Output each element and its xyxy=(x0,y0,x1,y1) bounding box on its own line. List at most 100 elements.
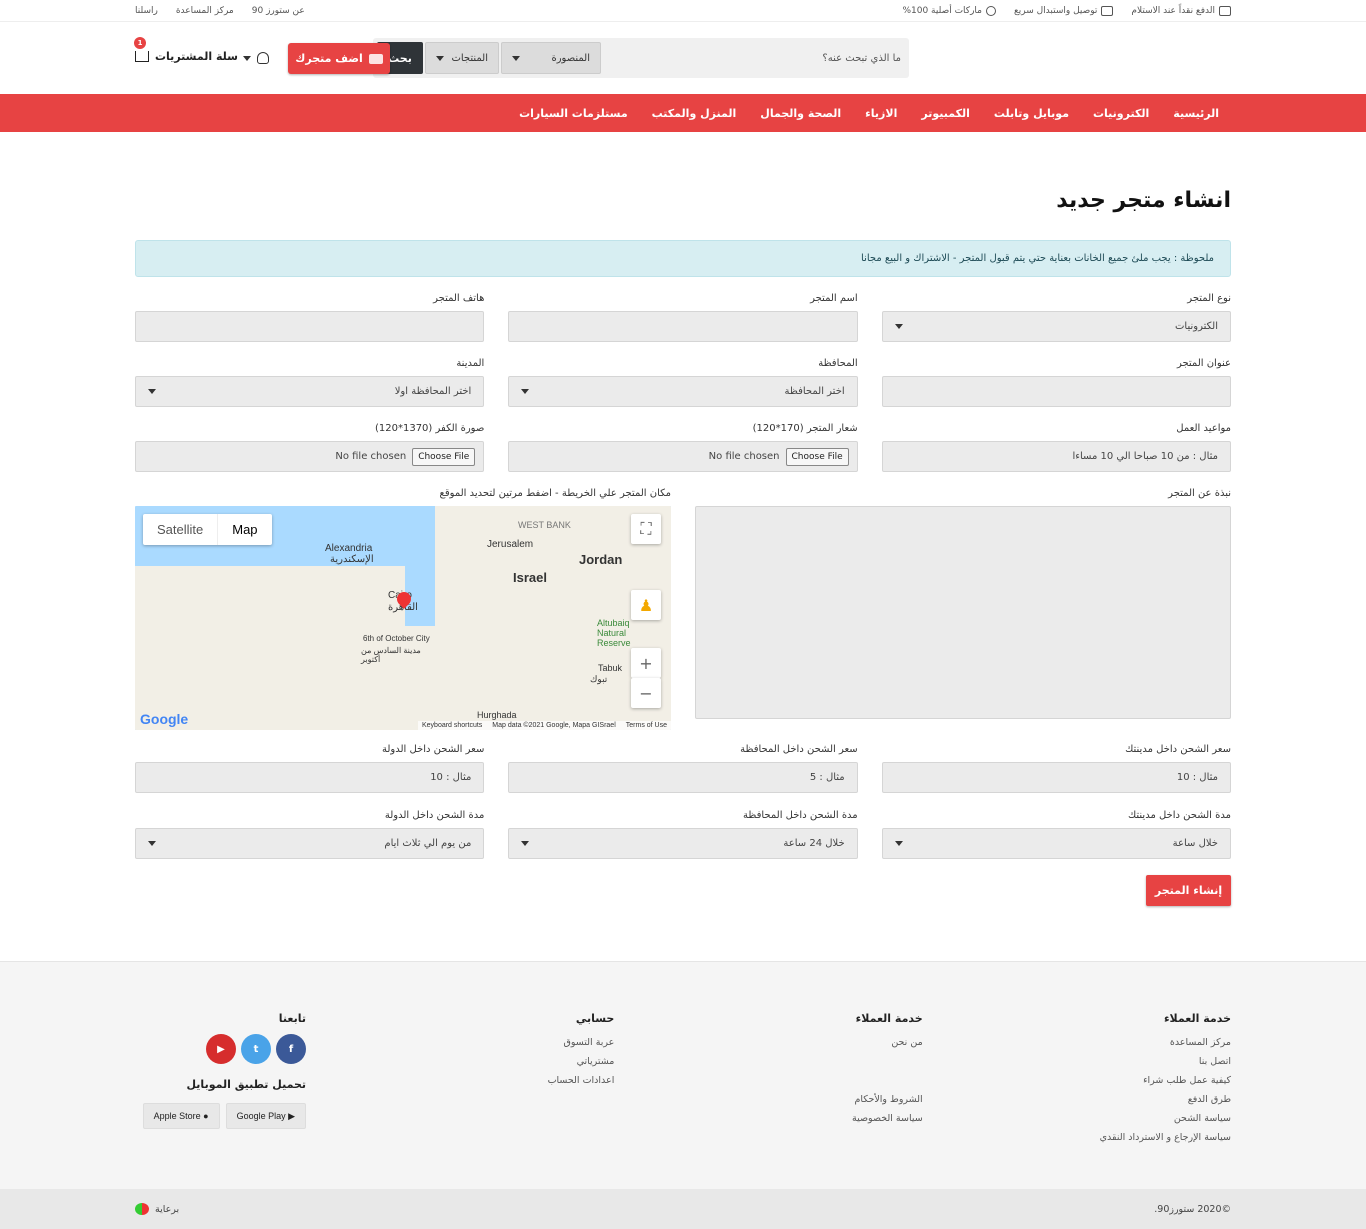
map-label-october: 6th of October City xyxy=(363,634,430,643)
category-select[interactable]: المنتجات xyxy=(425,42,499,74)
nav-cars[interactable]: مستلزمات السيارات xyxy=(507,107,640,120)
twitter-icon[interactable]: t xyxy=(241,1034,272,1064)
cart-button[interactable]: سلة المشتريات 1 xyxy=(134,37,238,63)
logo-label: شعار المتجر (170*120) xyxy=(752,423,858,434)
nav-computer[interactable]: الكمبيوتر xyxy=(909,107,982,120)
cover-label: صورة الكفر (1370*120) xyxy=(374,423,485,434)
ship-gov-time-select[interactable]: خلال 24 ساعة xyxy=(508,828,858,859)
store-phone-input[interactable] xyxy=(135,311,485,342)
map-label-west-bank: WEST BANK xyxy=(518,520,571,530)
footer-link[interactable]: عربة التسوق xyxy=(334,1037,615,1049)
sponsor-logo-icon[interactable] xyxy=(135,1203,149,1215)
footer-heading: تابعنا xyxy=(278,1012,307,1025)
main-content: انشاء متجر جديد ملحوظة : يجب ملئ جميع ال… xyxy=(135,188,1231,906)
footer-link[interactable]: اتصل بنا xyxy=(951,1056,1231,1068)
ship-city-price-input[interactable]: مثال : 10 xyxy=(881,762,1231,793)
city-select-field[interactable]: اختر المحافظة اولا xyxy=(135,376,485,407)
nav-home-office[interactable]: المنزل والمكتب xyxy=(640,107,749,120)
map-label-alexandria-ar: الإسكندرية xyxy=(330,554,374,565)
ship-country-time-select[interactable]: من يوم الي ثلاث ايام xyxy=(135,828,485,859)
contact-link[interactable]: راسلنا xyxy=(135,6,158,16)
cover-file-input[interactable]: No file chosen Choose File xyxy=(135,441,485,472)
nav-home[interactable]: الرئيسية xyxy=(1161,107,1231,120)
store-icon xyxy=(368,53,383,64)
footer-link[interactable] xyxy=(643,1075,923,1087)
help-center-link[interactable]: مركز المساعدة xyxy=(176,6,234,16)
city-select[interactable]: المنصورة xyxy=(501,42,601,74)
terms-link[interactable]: Terms of Use xyxy=(626,722,667,729)
footer-heading: حسابي xyxy=(575,1012,615,1025)
city-label: المدينة xyxy=(456,358,485,369)
footer-link[interactable]: من نحن xyxy=(643,1037,922,1049)
search-input[interactable]: ما الذي تبحث عنه؟ xyxy=(601,53,905,64)
logo-choose-button[interactable]: Choose File xyxy=(785,447,849,466)
footer-link[interactable]: مركز المساعدة xyxy=(951,1037,1231,1049)
app-download-title: تحميل تطبيق الموبايل xyxy=(186,1078,307,1091)
facebook-icon[interactable]: f xyxy=(276,1034,307,1064)
ship-gov-time-label: مدة الشحن داخل المحافظة xyxy=(743,810,858,821)
footer-link[interactable]: الشروط والأحكام xyxy=(643,1094,922,1106)
page-title: انشاء متجر جديد xyxy=(1056,188,1231,213)
nav-health[interactable]: الصحة والجمال xyxy=(748,107,853,120)
ship-gov-price-input[interactable]: مثال : 5 xyxy=(508,762,858,793)
store-type-label: نوع المتجر xyxy=(1187,293,1231,304)
cover-choose-button[interactable]: Choose File xyxy=(412,447,476,466)
store-location-map[interactable]: Satellite Map ⛶ ♟ + − Alexandria الإسكند… xyxy=(135,506,671,730)
top-features: الدفع نقداً عند الاستلام توصيل واستبدال … xyxy=(902,5,1231,16)
map-tab[interactable]: Map xyxy=(218,514,271,545)
footer-heading: خدمة العملاء xyxy=(855,1012,923,1025)
map-type-toggle: Satellite Map xyxy=(143,514,272,545)
store-type-select[interactable]: الكترونيات xyxy=(881,311,1231,342)
feature-delivery: توصيل واستبدال سريع xyxy=(1014,5,1114,16)
footer-link[interactable]: مشترياتي xyxy=(334,1056,615,1068)
map-label-october-ar: مدينة السادس من أكتوبر xyxy=(361,646,421,664)
governorate-select[interactable]: اختر المحافظة xyxy=(508,376,858,407)
store-address-input[interactable] xyxy=(881,376,1231,407)
info-alert: ملحوظة : يجب ملئ جميع الخانات بعناية حتي… xyxy=(135,240,1231,277)
zoom-out-icon[interactable]: − xyxy=(631,678,661,708)
top-bar: الدفع نقداً عند الاستلام توصيل واستبدال … xyxy=(0,0,1366,22)
work-hours-input[interactable]: مثال : من 10 صباحا الي 10 مساءا xyxy=(881,441,1231,472)
footer-link[interactable] xyxy=(643,1056,923,1068)
nav-mobile[interactable]: موبايل وتابلت xyxy=(982,107,1081,120)
zoom-in-icon[interactable]: + xyxy=(631,648,661,678)
store-name-input[interactable] xyxy=(508,311,858,342)
fullscreen-icon[interactable]: ⛶ xyxy=(631,514,661,544)
footer-link[interactable]: طرق الدفع xyxy=(951,1094,1231,1106)
ship-country-price-input[interactable]: مثال : 10 xyxy=(135,762,485,793)
satellite-tab[interactable]: Satellite xyxy=(143,514,219,545)
user-menu[interactable] xyxy=(243,52,269,64)
about-link[interactable]: عن ستورز 90 xyxy=(252,6,305,16)
nav-electronics[interactable]: الكترونيات xyxy=(1081,107,1161,120)
work-hours-label: مواعيد العمل xyxy=(1176,423,1231,434)
logo-file-input[interactable]: No file chosen Choose File xyxy=(508,441,858,472)
street-view-icon[interactable]: ♟ xyxy=(631,590,661,620)
footer-link[interactable]: سياسة الخصوصية xyxy=(643,1113,923,1125)
add-store-button[interactable]: اضف متجرك xyxy=(288,43,390,74)
keyboard-shortcuts-link[interactable]: Keyboard shortcuts xyxy=(422,722,482,729)
map-label-tabuk-ar: تبوك xyxy=(590,674,608,684)
footer-link[interactable]: سياسة الشحن xyxy=(951,1113,1231,1125)
chevron-down-icon xyxy=(243,55,251,61)
map-label-alexandria: Alexandria xyxy=(325,543,373,554)
ship-city-time-select[interactable]: خلال ساعة xyxy=(881,828,1231,859)
sponsor: برعاية xyxy=(135,1203,179,1215)
map-label-altubaiq: Altubaiq Natural Reserve xyxy=(597,618,631,648)
create-store-button[interactable]: إنشاء المتجر xyxy=(1146,875,1231,906)
footer-link[interactable]: اعدادات الحساب xyxy=(334,1075,615,1087)
header: ما الذي تبحث عنه؟ المنصورة المنتجات بحث … xyxy=(0,22,1366,94)
nav-fashion[interactable]: الازياء xyxy=(853,107,909,120)
chevron-down-icon xyxy=(512,55,520,61)
governorate-label: المحافظة xyxy=(818,358,858,369)
footer-link[interactable]: سياسة الإرجاع و الاسترداد النقدي xyxy=(951,1132,1231,1144)
youtube-icon[interactable]: ▶ xyxy=(206,1034,237,1064)
ship-city-price-label: سعر الشحن داخل مدينتك xyxy=(1125,744,1231,755)
footer-col-account: حسابي عربة التسوق مشترياتي اعدادات الحسا… xyxy=(334,1012,615,1151)
google-play-button[interactable]: Google Play ▶ xyxy=(225,1103,307,1129)
about-textarea[interactable] xyxy=(695,506,1231,719)
apple-store-button[interactable]: Apple Store ● xyxy=(142,1103,220,1129)
footer-col-follow: تابعنا ▶ t f تحميل تطبيق الموبايل Google… xyxy=(135,1012,307,1151)
footer-link[interactable]: كيفية عمل طلب شراء xyxy=(951,1075,1231,1087)
chevron-down-icon xyxy=(436,55,444,61)
map-label-jordan: Jordan xyxy=(579,552,623,567)
